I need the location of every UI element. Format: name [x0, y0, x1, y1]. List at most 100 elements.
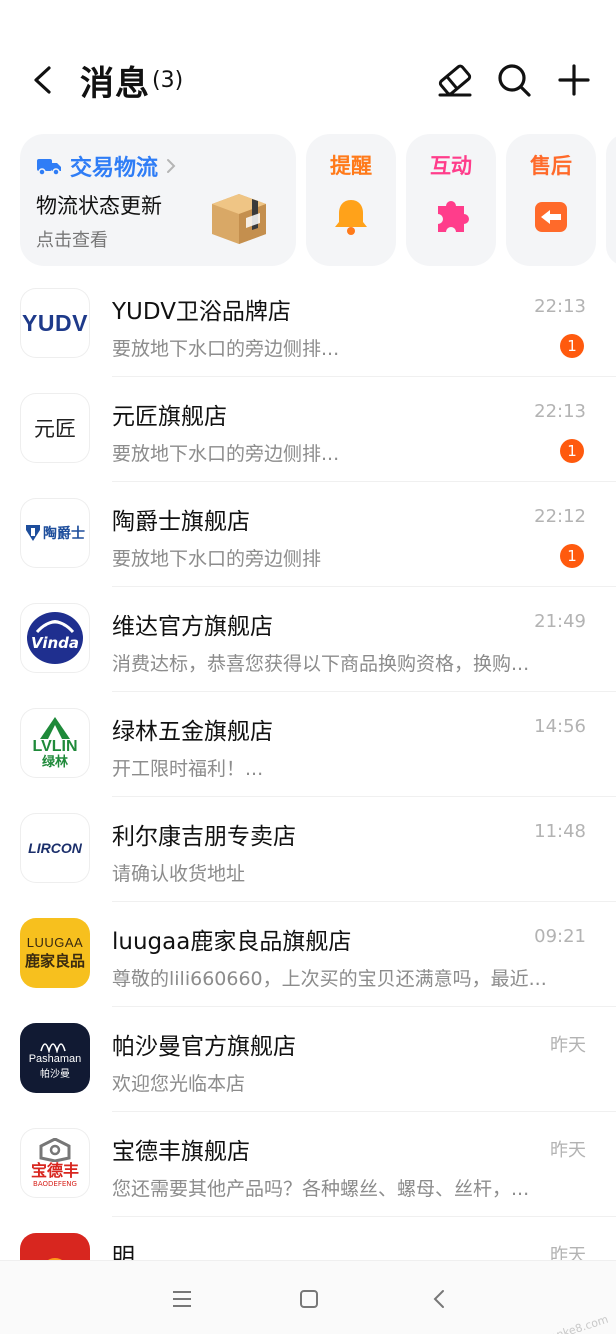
message-preview: 尊敬的lili660660，上次买的宝贝还满意吗，最近...	[112, 968, 547, 990]
truck-icon	[37, 159, 61, 176]
message-time: 22:13	[534, 296, 586, 317]
message-time: 昨天	[550, 1140, 586, 1161]
yudv-logo-text: YUDV	[22, 309, 88, 336]
avatar-lvlin: LVLIN 绿林	[20, 708, 90, 778]
avatar-vinda: Vinda	[20, 603, 90, 673]
puzzle-icon	[438, 201, 470, 232]
menu-nav-button[interactable]	[162, 1281, 202, 1317]
logistics-title-text: 交易物流	[70, 156, 159, 181]
message-preview: 消费达标，恭喜您获得以下商品换购资格，换购...	[112, 653, 530, 675]
aftersale-label: 售后	[530, 154, 572, 178]
shop-name: 元匠旗舰店	[112, 404, 227, 430]
message-row-vinda[interactable]: Vinda 维达官方旗舰店 21:49 消费达标，恭喜您获得以下商品换购资格，换…	[0, 587, 616, 692]
bell-icon	[335, 200, 367, 235]
shop-name: luugaa鹿家良品旗舰店	[112, 929, 352, 955]
message-preview: 要放地下水口的旁边侧排...	[112, 443, 340, 465]
reminder-card[interactable]: 提醒	[306, 134, 396, 266]
logistics-status: 物流状态更新	[36, 194, 162, 218]
message-row-lvlin[interactable]: LVLIN 绿林 绿林五金旗舰店 14:56 开工限时福利！...	[0, 692, 616, 797]
reminder-label: 提醒	[330, 154, 372, 178]
more-card[interactable]	[606, 134, 616, 266]
eraser-icon	[438, 64, 472, 97]
logistics-hint: 点击查看	[36, 230, 108, 251]
lvlin-logo-mark	[40, 716, 70, 739]
add-button[interactable]	[552, 58, 596, 102]
back-nav-icon	[433, 1290, 444, 1308]
message-preview: 欢迎您光临本店	[112, 1073, 246, 1095]
back-nav-button[interactable]	[419, 1281, 459, 1317]
message-time: 21:49	[534, 611, 586, 632]
unread-badge: 1	[560, 439, 584, 463]
chevron-right-icon	[167, 159, 176, 173]
shop-name: 陶爵士旗舰店	[112, 509, 250, 535]
interact-card[interactable]: 互动	[406, 134, 496, 266]
luugaa-logo-cn: 鹿家良品	[24, 952, 85, 970]
taojueshi-logo-text: 陶爵士	[43, 526, 85, 542]
header: 消息 (3)	[0, 0, 616, 130]
system-nav-bar: 赚客吧，有奖一起赚！ www.zuanke8.com	[0, 1260, 616, 1334]
baodefeng-logo-mark	[39, 1138, 71, 1162]
message-row-yuanjiang[interactable]: 元匠 元匠旗舰店 22:13 要放地下水口的旁边侧排... 1	[0, 377, 616, 482]
avatar-yuanjiang: 元匠	[20, 393, 90, 463]
menu-icon	[173, 1291, 191, 1307]
message-preview: 您还需要其他产品吗？各种螺丝、螺母、丝杆，...	[112, 1178, 530, 1200]
interact-label: 互动	[430, 154, 472, 178]
message-time: 14:56	[534, 716, 586, 737]
avatar-baodefeng: 宝德丰 BAODEFENG	[20, 1128, 90, 1198]
pashaman-logo-text: Pashaman	[28, 1052, 82, 1065]
avatar-pashaman: Pashaman 帕沙曼	[20, 1023, 90, 1093]
pashaman-logo-cn: 帕沙曼	[40, 1068, 70, 1080]
plus-icon	[558, 64, 590, 96]
home-square-icon	[300, 1290, 318, 1308]
luugaa-logo-text: LUUGAA	[26, 935, 84, 950]
shop-name: 绿林五金旗舰店	[112, 719, 273, 745]
package-icon	[212, 194, 266, 244]
message-row-lircon[interactable]: LIRCON 利尔康吉朋专卖店 11:48 请确认收货地址	[0, 797, 616, 902]
shop-name: 帕沙曼官方旗舰店	[112, 1034, 296, 1060]
lvlin-logo-cn: 绿林	[41, 754, 68, 770]
shop-name: 利尔康吉朋专卖店	[112, 824, 296, 850]
message-preview: 请确认收货地址	[112, 863, 246, 885]
lvlin-logo-text: LVLIN	[32, 737, 78, 755]
message-time: 11:48	[534, 821, 586, 842]
shop-name: YUDV卫浴品牌店	[112, 299, 291, 325]
search-button[interactable]	[492, 58, 536, 102]
baodefeng-logo-text: 宝德丰	[30, 1161, 79, 1180]
yuanjiang-logo-text: 元匠	[34, 417, 76, 441]
avatar-yudv: YUDV	[20, 288, 90, 358]
message-preview: 要放地下水口的旁边侧排...	[112, 338, 340, 360]
avatar-lircon: LIRCON	[20, 813, 90, 883]
back-icon	[34, 66, 51, 94]
shop-name: 宝德丰旗舰店	[112, 1139, 250, 1165]
message-time: 22:12	[534, 506, 586, 527]
avatar-luugaa: LUUGAA 鹿家良品	[20, 918, 90, 988]
unread-badge: 1	[560, 334, 584, 358]
message-preview: 开工限时福利！...	[112, 758, 264, 780]
category-cards: 交易物流 物流状态更新 点击查看 提醒 互动 售后	[20, 134, 616, 268]
unread-count: (3)	[152, 68, 184, 93]
pashaman-logo-mark	[40, 1042, 66, 1053]
baodefeng-logo-en: BAODEFENG	[33, 1180, 77, 1188]
page-title: 消息	[80, 64, 150, 104]
logistics-card[interactable]: 交易物流 物流状态更新 点击查看	[20, 134, 296, 266]
message-list: YUDV YUDV卫浴品牌店 22:13 要放地下水口的旁边侧排... 1 元匠…	[0, 272, 616, 1322]
message-row-yudv[interactable]: YUDV YUDV卫浴品牌店 22:13 要放地下水口的旁边侧排... 1	[0, 272, 616, 377]
avatar-taojueshi: 陶爵士	[20, 498, 90, 568]
message-row-taojueshi[interactable]: 陶爵士 陶爵士旗舰店 22:12 要放地下水口的旁边侧排 1	[0, 482, 616, 587]
aftersale-card[interactable]: 售后	[506, 134, 596, 266]
message-row-luugaa[interactable]: LUUGAA 鹿家良品 luugaa鹿家良品旗舰店 09:21 尊敬的lili6…	[0, 902, 616, 1007]
messages-page: 消息 (3) 交易物流 物流状态更新 点击查看 提醒 互动 售后 YUDV YU…	[0, 0, 616, 1334]
message-row-baodefeng[interactable]: 宝德丰 BAODEFENG 宝德丰旗舰店 昨天 您还需要其他产品吗？各种螺丝、螺…	[0, 1112, 616, 1217]
logistics-card-title: 交易物流	[36, 150, 176, 182]
message-row-pashaman[interactable]: Pashaman 帕沙曼 帕沙曼官方旗舰店 昨天 欢迎您光临本店	[0, 1007, 616, 1112]
search-icon	[498, 64, 531, 97]
lircon-logo-text: LIRCON	[28, 840, 82, 856]
clear-unread-button[interactable]	[433, 58, 477, 102]
message-time: 09:21	[534, 926, 586, 947]
back-button[interactable]	[22, 58, 62, 102]
return-icon	[535, 202, 567, 232]
unread-badge: 1	[560, 544, 584, 568]
message-time: 22:13	[534, 401, 586, 422]
shop-name: 维达官方旗舰店	[112, 614, 273, 640]
home-nav-button[interactable]	[289, 1281, 329, 1317]
